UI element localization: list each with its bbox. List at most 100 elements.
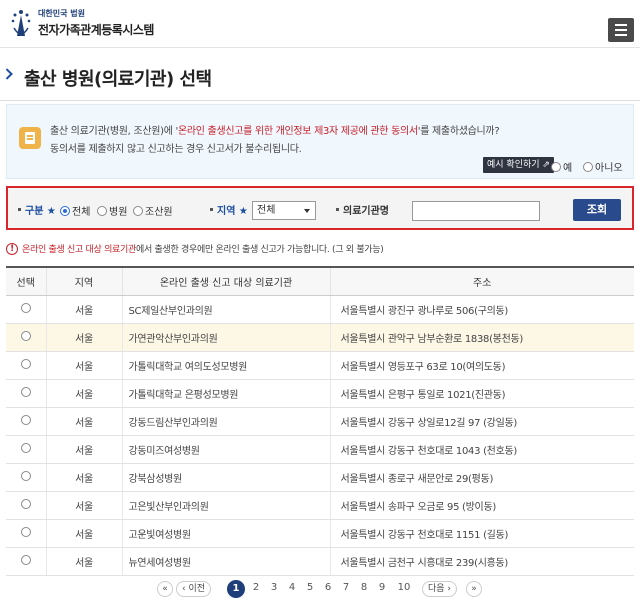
- radio-icon[interactable]: [583, 161, 593, 172]
- address-cell: 서울특별시 송파구 오금로 95 (방이동): [330, 491, 634, 520]
- consent-question: 출산 의료기관(병원, 조산원)에 '온라인 출생신고를 위한 개인정보 제3자…: [50, 126, 500, 137]
- radio-icon[interactable]: [20, 442, 31, 453]
- consent-yes-radio[interactable]: 예: [551, 159, 572, 174]
- region-cell: 서울: [46, 491, 123, 520]
- hospital-name-input[interactable]: [412, 201, 540, 221]
- consent-no-radio[interactable]: 아니오: [583, 159, 623, 174]
- example-view-button[interactable]: 예시 확인하기 ⇗: [483, 157, 554, 173]
- col-select-header: 선택: [6, 266, 47, 296]
- region-cell: 서울: [46, 463, 123, 492]
- region-cell: 서울: [46, 435, 123, 464]
- address-cell: 서울특별시 금천구 시흥대로 239(시흥동): [330, 547, 634, 576]
- table-row[interactable]: 서울 SC제일산부인과의원 서울특별시 광진구 광나루로 506(구의동): [6, 295, 634, 324]
- double-chevron-left-icon[interactable]: «: [157, 581, 173, 597]
- radio-icon[interactable]: [20, 330, 31, 341]
- address-cell: 서울특별시 관악구 남부순환로 1838(봉천동): [330, 323, 634, 352]
- hospital-name-cell: SC제일산부인과의원: [122, 295, 331, 324]
- divider: [0, 100, 640, 101]
- eligibility-notice: ! 온라인 출생 신고 대상 의료기관에서 출생한 경우에만 온라인 출생 신고…: [6, 242, 384, 255]
- search-button[interactable]: 조회: [573, 199, 621, 221]
- dropdown-caret-icon: [304, 209, 310, 213]
- page-8[interactable]: 8: [357, 582, 371, 593]
- page-9[interactable]: 9: [375, 582, 389, 593]
- radio-icon[interactable]: [20, 386, 31, 397]
- table-row[interactable]: 서울 가연관악산부인과의원 서울특별시 관악구 남부순환로 1838(봉천동): [6, 323, 634, 352]
- court-logo-icon[interactable]: [10, 6, 32, 40]
- consent-form-title: 온라인 출생신고를 위한 개인정보 제3자 제공에 관한 동의서: [177, 126, 418, 137]
- document-icon: [19, 127, 41, 149]
- region-cell: 서울: [46, 407, 123, 436]
- table-row[interactable]: 서울 강동드림산부인과의원 서울특별시 강동구 상일로12길 97 (강일동): [6, 407, 634, 436]
- table-row[interactable]: 서울 고운빛여성병원 서울특별시 강동구 천호대로 1151 (길동): [6, 519, 634, 548]
- radio-icon[interactable]: [60, 205, 70, 216]
- region-select[interactable]: 전체: [252, 201, 316, 220]
- back-chevron-icon[interactable]: [1, 68, 13, 80]
- app-header: 대한민국 법원 전자가족관계등록시스템: [0, 0, 640, 48]
- bullet: [336, 208, 339, 211]
- page-4[interactable]: 4: [285, 582, 299, 593]
- radio-icon[interactable]: [97, 205, 107, 216]
- type-label: 구분 ★: [25, 206, 56, 217]
- address-cell: 서울특별시 강동구 상일로12길 97 (강일동): [330, 407, 634, 436]
- radio-icon[interactable]: [20, 498, 31, 509]
- address-cell: 서울특별시 종로구 새문안로 29(평동): [330, 463, 634, 492]
- radio-icon[interactable]: [20, 554, 31, 565]
- table-row[interactable]: 서울 뉴연세여성병원 서울특별시 금천구 시흥대로 239(시흥동): [6, 547, 634, 576]
- page-title: 출산 병원(의료기관) 선택: [24, 69, 212, 90]
- col-address-header: 주소: [330, 266, 634, 296]
- hamburger-menu-icon[interactable]: [608, 18, 634, 42]
- table-row[interactable]: 서울 고은빛산부인과의원 서울특별시 송파구 오금로 95 (방이동): [6, 491, 634, 520]
- region-cell: 서울: [46, 379, 123, 408]
- hospital-name-cell: 강동미즈여성병원: [122, 435, 331, 464]
- radio-icon[interactable]: [20, 414, 31, 425]
- hospital-name-label: 의료기관명: [343, 206, 389, 217]
- page-10[interactable]: 10: [395, 582, 413, 593]
- hospital-name-cell: 가연관악산부인과의원: [122, 323, 331, 352]
- page-1[interactable]: 1: [227, 580, 245, 598]
- radio-icon[interactable]: [133, 205, 143, 216]
- table-row[interactable]: 서울 강동미즈여성병원 서울특별시 강동구 천호대로 1043 (천호동): [6, 435, 634, 464]
- type-all-radio[interactable]: 전체: [60, 203, 90, 218]
- hospital-name-cell: 뉴연세여성병원: [122, 547, 331, 576]
- hospital-name-cell: 강북삼성병원: [122, 463, 331, 492]
- prev-page-button[interactable]: ‹ 이전: [176, 581, 212, 597]
- double-chevron-right-icon[interactable]: »: [466, 581, 482, 597]
- consent-warning: 동의서를 제출하지 않고 신고하는 경우 신고서가 불수리됩니다.: [50, 144, 302, 155]
- address-cell: 서울특별시 광진구 광나루로 506(구의동): [330, 295, 634, 324]
- address-cell: 서울특별시 강동구 천호대로 1043 (천호동): [330, 435, 634, 464]
- col-hospital-header: 온라인 출생 신고 대상 의료기관: [122, 266, 331, 296]
- radio-icon[interactable]: [20, 302, 31, 313]
- page-title-area: 출산 병원(의료기관) 선택: [0, 60, 640, 96]
- region-cell: 서울: [46, 351, 123, 380]
- next-page-button[interactable]: 다음 ›: [422, 581, 458, 597]
- radio-icon[interactable]: [20, 526, 31, 537]
- col-region-header: 지역: [46, 266, 123, 296]
- radio-icon[interactable]: [20, 358, 31, 369]
- radio-icon[interactable]: [20, 470, 31, 481]
- region-label: 지역 ★: [217, 206, 248, 217]
- region-cell: 서울: [46, 547, 123, 576]
- required-mark: ★: [46, 206, 56, 217]
- hospital-name-cell: 강동드림산부인과의원: [122, 407, 331, 436]
- system-name[interactable]: 전자가족관계등록시스템: [38, 21, 154, 38]
- table-row[interactable]: 서울 가톨릭대학교 여의도성모병원 서울특별시 영등포구 63로 10(여의도동): [6, 351, 634, 380]
- pagination: « ‹ 이전 1 2 3 4 5 6 7 8 9 10 다음 › »: [0, 580, 640, 600]
- page-3[interactable]: 3: [267, 582, 281, 593]
- page-6[interactable]: 6: [321, 582, 335, 593]
- table-row[interactable]: 서울 강북삼성병원 서울특별시 종로구 새문안로 29(평동): [6, 463, 634, 492]
- type-hospital-radio[interactable]: 병원: [97, 203, 127, 218]
- exclamation-icon: !: [6, 242, 18, 255]
- required-mark: ★: [238, 206, 248, 217]
- radio-icon[interactable]: [551, 161, 561, 172]
- table-row[interactable]: 서울 가톨릭대학교 은평성모병원 서울특별시 은평구 통일로 1021(진관동): [6, 379, 634, 408]
- page-5[interactable]: 5: [303, 582, 317, 593]
- search-filter-bar: 구분 ★ 전체 병원 조산원 지역 ★ 전체 의료기관명 조회: [6, 186, 634, 230]
- type-midwife-radio[interactable]: 조산원: [133, 203, 173, 218]
- page-2[interactable]: 2: [249, 582, 263, 593]
- region-cell: 서울: [46, 519, 123, 548]
- region-cell: 서울: [46, 295, 123, 324]
- external-link-icon: ⇗: [542, 160, 550, 170]
- page-7[interactable]: 7: [339, 582, 353, 593]
- hospital-name-cell: 고은빛산부인과의원: [122, 491, 331, 520]
- address-cell: 서울특별시 강동구 천호대로 1151 (길동): [330, 519, 634, 548]
